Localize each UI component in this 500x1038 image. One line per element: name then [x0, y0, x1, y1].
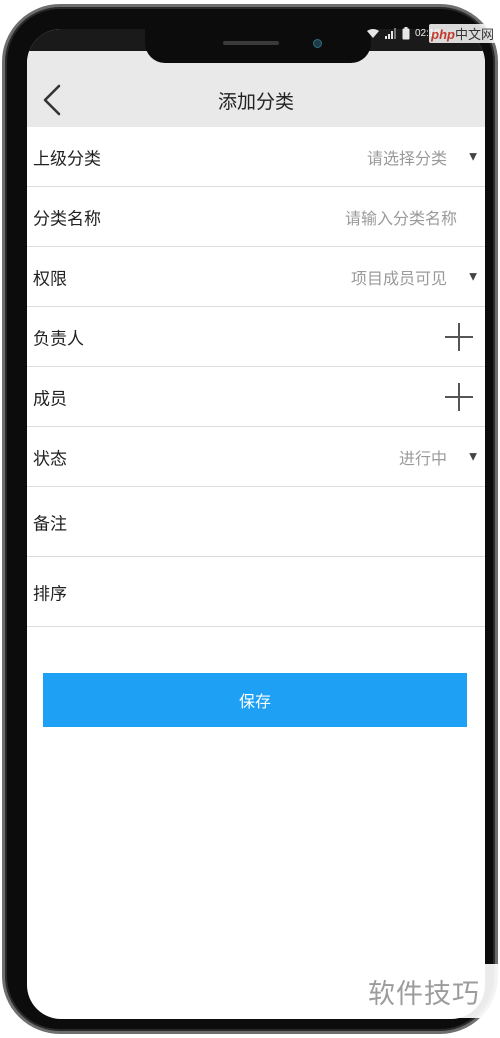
category-name-row[interactable]: 分类名称 请输入分类名称: [27, 187, 485, 247]
sort-order-label: 排序: [33, 584, 67, 604]
screen: 添加分类 上级分类 请选择分类 ▼ 分类名称 请输入分类名称 权限 项目成员可见…: [27, 29, 485, 1019]
watermark-logo: php中文网: [429, 24, 496, 43]
remark-label: 备注: [33, 514, 67, 534]
owner-label: 负责人: [33, 329, 84, 349]
permission-label: 权限: [33, 269, 67, 289]
add-member-icon[interactable]: [445, 382, 473, 411]
save-button[interactable]: 保存: [43, 673, 467, 727]
caret-down-icon: ▼: [469, 271, 477, 282]
caret-down-icon: ▼: [469, 151, 477, 162]
caret-down-icon: ▼: [469, 451, 477, 462]
battery-icon: [402, 26, 410, 40]
watermark-brand: php: [431, 27, 455, 42]
status-label: 状态: [33, 449, 67, 469]
owner-row[interactable]: 负责人: [27, 307, 485, 367]
permission-select[interactable]: 项目成员可见: [351, 265, 447, 289]
speaker: [223, 41, 279, 45]
front-camera: [313, 39, 322, 48]
camera-notch: [145, 25, 371, 63]
remark-row[interactable]: 备注: [27, 487, 485, 557]
category-name-input[interactable]: 请输入分类名称: [345, 205, 457, 229]
watermark-brand-suffix: 中文网: [454, 27, 494, 42]
wifi-icon: [366, 28, 380, 39]
add-owner-icon[interactable]: [445, 322, 473, 351]
category-form: 上级分类 请选择分类 ▼ 分类名称 请输入分类名称 权限 项目成员可见 ▼ 负责…: [27, 127, 485, 627]
watermark-text: 软件技巧: [348, 964, 500, 1018]
page-title: 添加分类: [217, 91, 294, 113]
sort-order-row[interactable]: 排序: [27, 557, 485, 627]
members-row[interactable]: 成员: [27, 367, 485, 427]
parent-category-row[interactable]: 上级分类 请选择分类 ▼: [27, 127, 485, 187]
parent-category-select[interactable]: 请选择分类: [367, 145, 447, 169]
phone-frame: 添加分类 上级分类 请选择分类 ▼ 分类名称 请输入分类名称 权限 项目成员可见…: [2, 4, 498, 1034]
category-name-label: 分类名称: [33, 209, 101, 229]
status-row[interactable]: 状态 进行中 ▼: [27, 427, 485, 487]
permission-row[interactable]: 权限 项目成员可见 ▼: [27, 247, 485, 307]
status-select[interactable]: 进行中: [399, 445, 447, 469]
parent-category-label: 上级分类: [33, 149, 101, 169]
members-label: 成员: [33, 389, 67, 409]
signal-icon: [385, 27, 397, 39]
